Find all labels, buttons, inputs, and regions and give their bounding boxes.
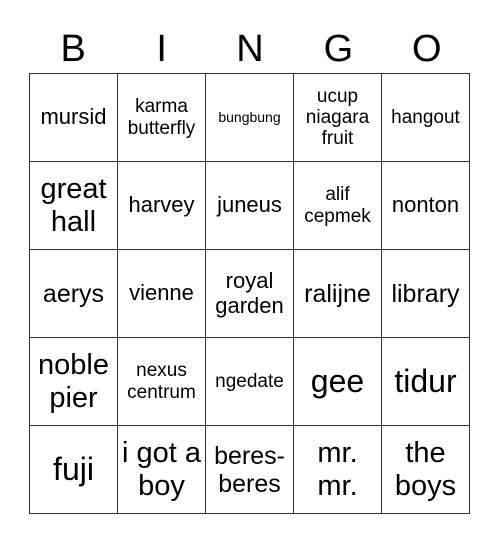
bingo-cell[interactable]: nexus centrum bbox=[118, 338, 206, 426]
bingo-cell[interactable]: library bbox=[382, 250, 470, 338]
bingo-cell-label: mr. mr. bbox=[317, 437, 358, 502]
bingo-cell[interactable]: nonton bbox=[382, 162, 470, 250]
bingo-cell[interactable]: royal garden bbox=[206, 250, 294, 338]
bingo-cell-label: tidur bbox=[394, 362, 457, 399]
bingo-cell-label: fuji bbox=[53, 450, 94, 487]
bingo-cell[interactable]: fuji bbox=[30, 426, 118, 514]
bingo-cell-label: gee bbox=[310, 362, 365, 399]
bingo-cell[interactable]: ngedate bbox=[206, 338, 294, 426]
bingo-cell-label: library bbox=[391, 279, 460, 308]
bingo-cell[interactable]: mr. mr. bbox=[294, 426, 382, 514]
bingo-cell[interactable]: aerys bbox=[30, 250, 118, 338]
header-letter-g: G bbox=[323, 28, 354, 70]
bingo-cell-label: nexus centrum bbox=[127, 360, 196, 403]
bingo-cell-label: royal garden bbox=[215, 267, 284, 318]
bingo-cell-label: hangout bbox=[391, 106, 460, 128]
bingo-cell[interactable]: tidur bbox=[382, 338, 470, 426]
bingo-cell[interactable]: gee bbox=[294, 338, 382, 426]
bingo-cell-label: beres-beres bbox=[214, 441, 285, 498]
bingo-cell[interactable]: i got a boy bbox=[118, 426, 206, 514]
bingo-cell-label: nonton bbox=[391, 192, 460, 218]
bingo-cell[interactable]: vienne bbox=[118, 250, 206, 338]
bingo-cell[interactable]: great hall bbox=[30, 162, 118, 250]
bingo-header: B I N G O bbox=[29, 26, 471, 73]
bingo-cell[interactable]: bungbung bbox=[206, 74, 294, 162]
bingo-cell-label: bungbung bbox=[218, 108, 281, 125]
bingo-cell-label: mursid bbox=[40, 104, 107, 130]
bingo-cell[interactable]: karma butterfly bbox=[118, 74, 206, 162]
bingo-cell-label: aerys bbox=[42, 279, 105, 308]
header-letter-i: I bbox=[156, 28, 167, 70]
bingo-cell-label: ralijne bbox=[304, 279, 371, 308]
bingo-cell[interactable]: ucup niagara fruit bbox=[294, 74, 382, 162]
bingo-cell-label: ngedate bbox=[215, 370, 284, 392]
bingo-cell[interactable]: the boys bbox=[382, 426, 470, 514]
bingo-cell-label: karma butterfly bbox=[127, 96, 196, 139]
bingo-cell[interactable]: harvey bbox=[118, 162, 206, 250]
bingo-cell-label: i got a boy bbox=[122, 437, 201, 502]
bingo-cell-label: vienne bbox=[129, 280, 194, 306]
bingo-cell[interactable]: hangout bbox=[382, 74, 470, 162]
bingo-cell-label: great hall bbox=[40, 173, 107, 238]
bingo-cell-label: ucup niagara fruit bbox=[305, 85, 370, 150]
bingo-cell-label: juneus bbox=[217, 192, 282, 218]
bingo-cell-label: noble pier bbox=[38, 349, 109, 414]
bingo-cell[interactable]: beres-beres bbox=[206, 426, 294, 514]
bingo-cell-label: the boys bbox=[394, 437, 457, 502]
bingo-cell[interactable]: ralijne bbox=[294, 250, 382, 338]
header-letter-b: B bbox=[60, 28, 86, 70]
bingo-cell[interactable]: juneus bbox=[206, 162, 294, 250]
bingo-cell[interactable]: mursid bbox=[30, 74, 118, 162]
header-letter-o: O bbox=[412, 28, 442, 70]
bingo-cell[interactable]: alif cepmek bbox=[294, 162, 382, 250]
bingo-cell-label: harvey bbox=[128, 192, 195, 218]
bingo-cell-label: alif cepmek bbox=[304, 184, 371, 227]
bingo-cell[interactable]: noble pier bbox=[30, 338, 118, 426]
bingo-grid: mursid karma butterfly bungbung ucup niagar… bbox=[29, 73, 470, 514]
header-letter-n: N bbox=[236, 28, 264, 70]
